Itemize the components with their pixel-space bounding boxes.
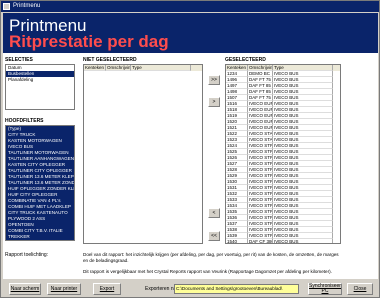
page-heading: Ritprestatie per dag [9,32,169,51]
remove-all-button[interactable]: << [208,231,220,241]
main-panel: Printmenu Ritprestatie per dag SELECTIES… [3,13,378,279]
column-header[interactable]: Type [131,65,191,71]
naar-scherm-button[interactable]: Naar scherm [9,283,41,295]
column-header[interactable]: Kenteken [84,65,106,71]
remove-button[interactable]: < [208,208,220,218]
rapport-description: Doel van dit rapport: het inzichtelijk k… [83,252,339,263]
hoofdfilters-label: HOOFDFILTERS [5,118,44,124]
rapport-toelichting-label: Rapport toelichting: [5,252,49,258]
add-button[interactable]: > [208,97,220,107]
table-cell: IVECO BUS [273,239,333,243]
table-cell: 1540 [226,239,248,243]
header-banner: Printmenu Ritprestatie per dag [3,13,378,53]
synchroniseer-button[interactable]: Synchroniseer PC [308,283,342,295]
naar-printer-button[interactable]: Naar printer [47,283,81,295]
footer-bar: Naar scherm Naar printer Export Exporter… [3,280,378,297]
export-path-input[interactable]: C:\Documents and Settings\grootoeven\Bur… [174,284,299,294]
selecties-label: SELECTIES [5,57,33,63]
print-menu-window: Printmenu Printmenu Ritprestatie per dag… [0,0,380,298]
table-row[interactable]: 1540 DAF CF 380 IVECO BUS [226,239,340,244]
grid-header: Kenteken Omschrijving Type [84,65,202,71]
niet-geselecteerd-label: NIET GESELECTEERD [83,57,137,63]
column-header[interactable]: Omschrijving [106,65,131,71]
export-button[interactable]: Export [93,283,121,295]
rapport-note: Dit rapport is vergelijkbaar met het Cry… [83,269,332,274]
selecties-item[interactable]: Planafdeling [6,77,74,83]
hoofdfilters-listbox[interactable]: (Type) CITY TRUCK KASTEN MOTORWAGEN IVECO B… [5,125,75,241]
add-all-button[interactable]: >> [208,75,220,85]
geselecteerd-label: GESELECTEERD [225,57,266,63]
table-cell: DAF CF 380 [249,239,273,244]
selecties-listbox[interactable]: Datum Busbestellen Planafdeling [5,64,75,110]
geselecteerd-grid[interactable]: Kenteken Omschrijving Type 1234 DEMO BC IV… [225,64,341,244]
hoofdfilter-item[interactable]: TREKKER [6,234,74,240]
title-bar: Printmenu [1,1,379,12]
close-button[interactable]: Close [347,283,373,295]
app-icon [3,3,10,10]
window-title: Printmenu [13,3,41,9]
synchroniseer-sub-label: PC [321,288,329,294]
niet-geselecteerd-grid[interactable]: Kenteken Omschrijving Type [83,64,203,244]
